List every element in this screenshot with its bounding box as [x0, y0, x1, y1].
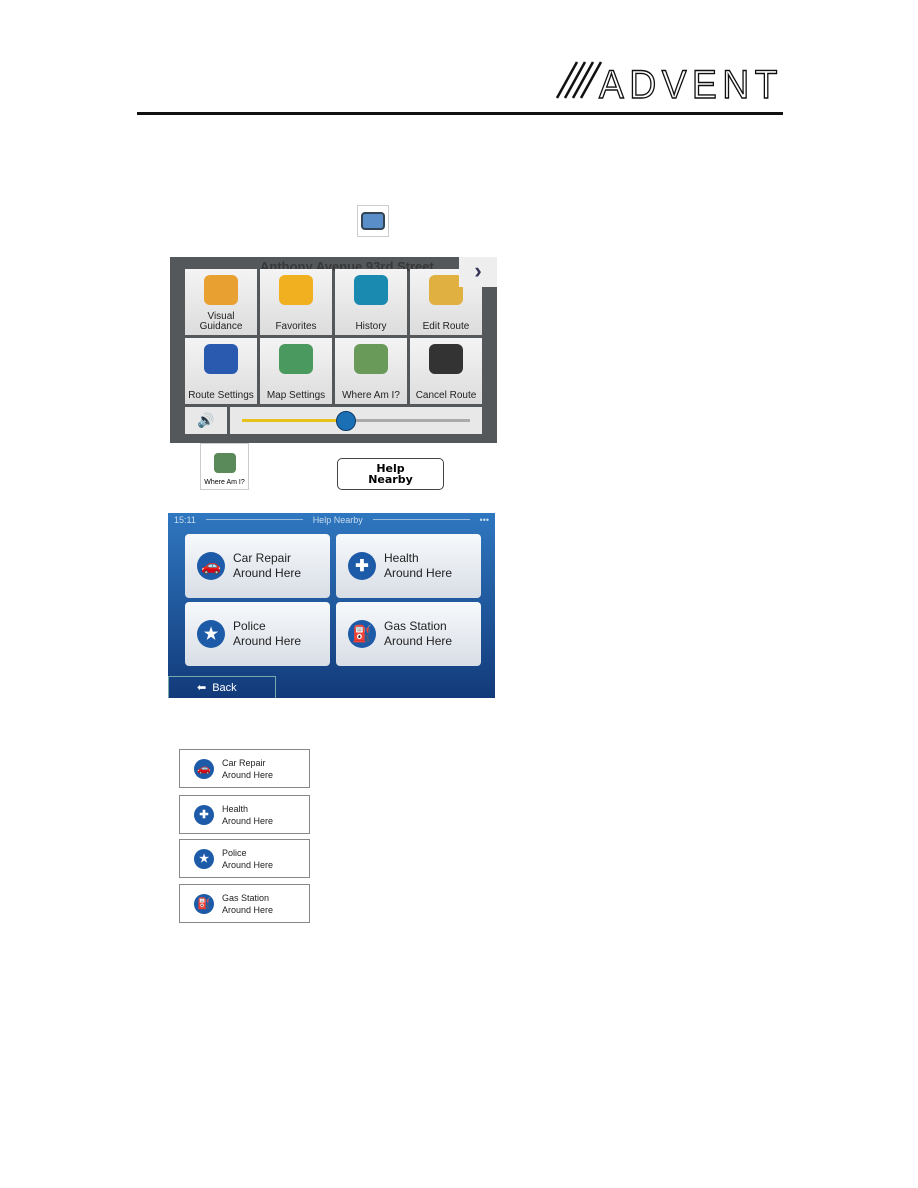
menu-item[interactable]: Favorites — [260, 269, 332, 335]
car-repair-button[interactable]: 🚗 Car Repair Around Here — [185, 534, 330, 598]
history-icon — [354, 275, 388, 305]
car-repair-icon: 🚗 — [197, 552, 225, 580]
health-button[interactable]: ✚ Health Around Here — [336, 534, 481, 598]
police-button-illustration: ★ Police Around Here — [179, 839, 310, 878]
document-page: ADVENT Anthony Avenue 93rd Street Visual… — [0, 0, 918, 1188]
eye-icon — [279, 344, 313, 374]
visual-guidance-icon — [204, 275, 238, 305]
menu-item[interactable]: Where Am I? — [335, 338, 407, 404]
volume-slider[interactable] — [230, 407, 482, 434]
screen-title: Help Nearby — [312, 514, 363, 525]
health-icon: ✚ — [348, 552, 376, 580]
chevron-right-icon[interactable]: › — [459, 257, 497, 287]
menu-item[interactable]: History — [335, 269, 407, 335]
clock: 15:11 — [174, 514, 196, 525]
car-repair-icon: 🚗 — [194, 758, 214, 779]
where-am-i-icon — [354, 344, 388, 374]
menu-icon — [357, 205, 389, 237]
where-am-i-label: Where Am I? — [204, 479, 245, 486]
arrow-left-icon: ⬅ — [197, 682, 207, 694]
menu-item[interactable]: Map Settings — [260, 338, 332, 404]
help-nearby-button: Help Nearby — [337, 458, 444, 490]
gas-station-icon: ⛽ — [348, 620, 376, 648]
header-rule — [137, 112, 783, 115]
police-icon: ★ — [197, 620, 225, 648]
speaker-icon[interactable]: 🔊 — [185, 407, 227, 434]
back-button[interactable]: ⬅ Back — [168, 676, 276, 698]
route-settings-icon — [204, 344, 238, 374]
health-button-illustration: ✚ Health Around Here — [179, 795, 310, 834]
help-nearby-screenshot: 15:11 Help Nearby ••• 🚗 Car Repair Around He… — [168, 513, 495, 698]
menu-screenshot: Anthony Avenue 93rd Street Visual Guidan… — [170, 257, 497, 443]
police-button[interactable]: ★ Police Around Here — [185, 602, 330, 666]
advent-logo: ADVENT — [555, 61, 783, 102]
health-icon: ✚ — [194, 804, 214, 825]
menu-item[interactable]: Route Settings — [185, 338, 257, 404]
checkered-flag-icon — [429, 344, 463, 374]
gas-station-icon: ⛽ — [194, 893, 214, 914]
where-am-i-icon: Where Am I? — [200, 443, 249, 490]
car-repair-button-illustration: 🚗 Car Repair Around Here — [179, 749, 310, 788]
brand-name: ADVENT — [599, 63, 783, 102]
menu-item[interactable]: Cancel Route — [410, 338, 482, 404]
menu-item[interactable]: Visual Guidance — [185, 269, 257, 335]
edit-route-icon — [429, 275, 463, 305]
slider-knob[interactable] — [335, 411, 356, 431]
gas-station-button-illustration: ⛽ Gas Station Around Here — [179, 884, 310, 923]
gas-station-button[interactable]: ⛽ Gas Station Around Here — [336, 602, 481, 666]
police-icon: ★ — [194, 848, 214, 869]
star-icon — [279, 275, 313, 305]
